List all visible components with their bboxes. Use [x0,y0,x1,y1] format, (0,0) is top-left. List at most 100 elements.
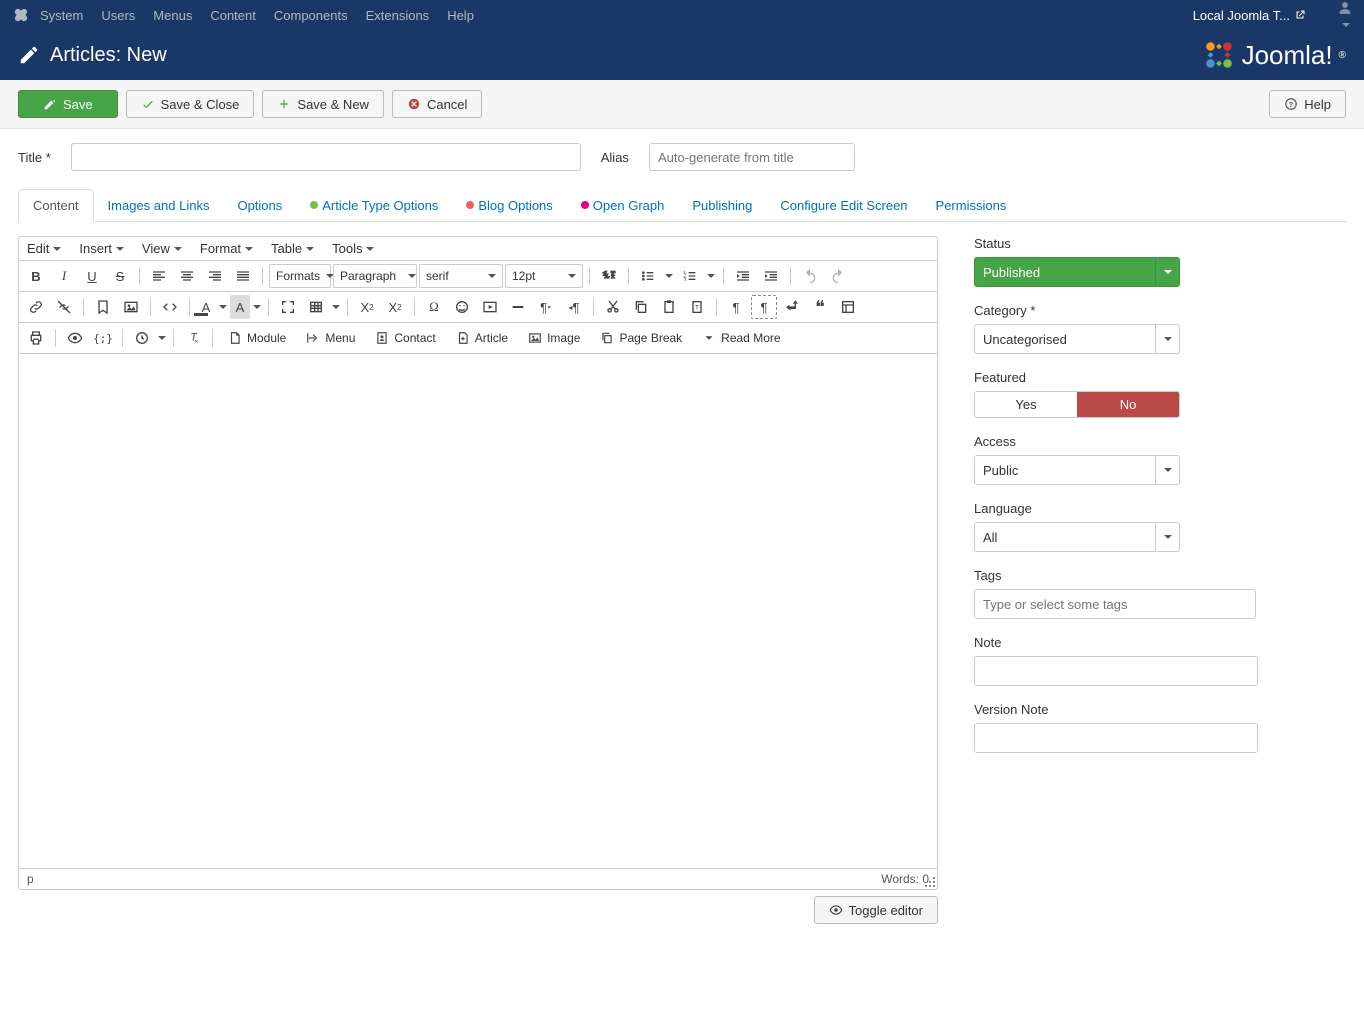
insert-menu-button[interactable]: Menu [297,326,364,350]
tab-blog-options[interactable]: Blog Options [452,189,566,221]
strikethrough-button[interactable]: S [107,264,133,288]
paste-text-button[interactable]: T [684,295,710,319]
language-select[interactable]: All [974,522,1180,552]
undo-button[interactable] [797,264,823,288]
version-note-input[interactable] [974,723,1258,753]
print-button[interactable] [23,326,49,350]
align-justify-button[interactable] [230,264,256,288]
featured-no-button[interactable]: No [1077,392,1179,417]
nav-help[interactable]: Help [447,8,474,23]
insert-module-button[interactable]: Module [219,326,295,350]
emoticon-button[interactable] [449,295,475,319]
ltr-button[interactable]: ¶‣ [533,295,559,319]
tab-options[interactable]: Options [223,189,296,221]
nav-components[interactable]: Components [274,8,348,23]
editor-menu-format[interactable]: Format [200,241,253,256]
tab-article-type-options[interactable]: Article Type Options [296,189,452,221]
rtl-button[interactable]: ◂¶ [561,295,587,319]
anchor-button[interactable] [90,295,116,319]
bullet-list-button[interactable] [635,264,661,288]
code-sample-button[interactable]: {;} [90,326,116,350]
formats-select[interactable]: Formats [269,264,331,288]
underline-button[interactable]: U [79,264,105,288]
italic-button[interactable]: I [51,264,77,288]
nav-system[interactable]: System [40,8,83,23]
find-replace-button[interactable] [596,264,622,288]
nav-extensions[interactable]: Extensions [366,8,430,23]
font-size-select[interactable]: 12pt [505,264,583,288]
numbered-list-caret[interactable] [705,264,717,288]
insert-date-caret[interactable] [157,326,167,350]
align-center-button[interactable] [174,264,200,288]
nonbreaking-button[interactable] [779,295,805,319]
editor-menu-view[interactable]: View [142,241,182,256]
tab-content[interactable]: Content [18,189,94,222]
text-color-caret[interactable] [218,295,228,319]
insert-readmore-button[interactable]: Read More [693,326,789,350]
tab-images-links[interactable]: Images and Links [94,189,224,221]
indent-button[interactable] [758,264,784,288]
source-code-button[interactable] [157,295,183,319]
editor-menu-table[interactable]: Table [271,241,314,256]
copy-button[interactable] [628,295,654,319]
hr-button[interactable] [505,295,531,319]
template-button[interactable] [835,295,861,319]
insert-image-button[interactable]: Image [519,326,589,350]
insert-pagebreak-button[interactable]: Page Break [591,326,691,350]
save-button[interactable]: Save [18,90,118,118]
site-link[interactable]: Local Joomla T... [1193,8,1306,23]
help-button[interactable]: ? Help [1269,90,1346,118]
outdent-button[interactable] [730,264,756,288]
paste-button[interactable] [656,295,682,319]
tab-publishing[interactable]: Publishing [678,189,766,221]
subscript-button[interactable]: X2 [354,295,380,319]
insert-article-button[interactable]: Article [447,326,517,350]
preview-button[interactable] [62,326,88,350]
redo-button[interactable] [825,264,851,288]
tags-input[interactable] [974,589,1256,619]
block-format-select[interactable]: Paragraph [333,264,417,288]
editor-path[interactable]: p [27,872,34,886]
nav-menus[interactable]: Menus [153,8,192,23]
superscript-button[interactable]: X2 [382,295,408,319]
text-color-button[interactable]: A [196,295,216,319]
editor-menu-tools[interactable]: Tools [332,241,374,256]
featured-yes-button[interactable]: Yes [975,392,1077,417]
category-select[interactable]: Uncategorised [974,324,1180,354]
editor-content-area[interactable] [19,354,937,868]
save-close-button[interactable]: Save & Close [126,90,255,118]
back-color-caret[interactable] [252,295,262,319]
blockquote-button[interactable]: ❝ [807,295,833,319]
table-caret[interactable] [331,295,341,319]
bold-button[interactable]: B [23,264,49,288]
font-family-select[interactable]: serif [419,264,503,288]
back-color-button[interactable]: A [230,295,250,319]
editor-menu-edit[interactable]: Edit [27,241,61,256]
link-button[interactable] [23,295,49,319]
editor-menu-insert[interactable]: Insert [79,241,124,256]
clear-formatting-button[interactable]: T× [180,326,206,350]
table-button[interactable] [303,295,329,319]
unlink-button[interactable] [51,295,77,319]
access-select[interactable]: Public [974,455,1180,485]
cancel-button[interactable]: Cancel [392,90,482,118]
cut-button[interactable] [600,295,626,319]
status-select[interactable]: Published [974,257,1180,287]
insert-contact-button[interactable]: Contact [366,326,444,350]
align-left-button[interactable] [146,264,172,288]
tab-configure-edit[interactable]: Configure Edit Screen [766,189,921,221]
media-button[interactable] [477,295,503,319]
insert-date-button[interactable] [129,326,155,350]
image-button[interactable] [118,295,144,319]
save-new-button[interactable]: Save & New [262,90,384,118]
bullet-list-caret[interactable] [663,264,675,288]
align-right-button[interactable] [202,264,228,288]
numbered-list-button[interactable]: 1.2.3. [677,264,703,288]
title-input[interactable] [71,143,581,171]
tab-open-graph[interactable]: Open Graph [567,189,679,221]
nav-users[interactable]: Users [101,8,135,23]
tab-permissions[interactable]: Permissions [922,189,1021,221]
fullscreen-button[interactable] [275,295,301,319]
toggle-editor-button[interactable]: Toggle editor [814,896,938,924]
visual-chars-button[interactable]: ¶ [723,295,749,319]
